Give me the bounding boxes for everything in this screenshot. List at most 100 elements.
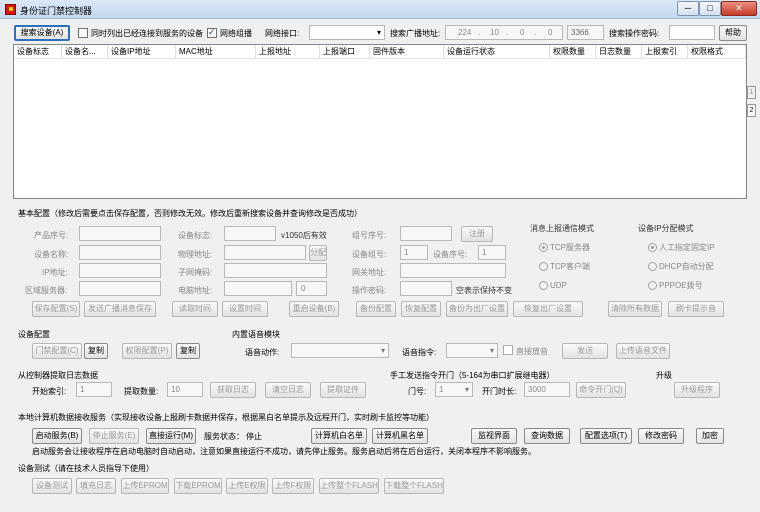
net-interface-label: 网络接口: [265,29,300,38]
fetch-log-button[interactable]: 获取日志 [210,382,256,398]
op-pwd-input[interactable] [400,281,452,296]
col-header[interactable]: 权限数量 [550,45,596,59]
save-config-button[interactable]: 保存配置(S) [32,301,80,317]
pppoe-radio[interactable] [648,281,657,290]
options-button[interactable]: 配置选项(T) [580,428,632,444]
voice-cmd-select[interactable] [446,343,498,358]
ip-input[interactable] [79,263,161,278]
col-header[interactable]: 上报地址 [256,45,320,59]
blacklist-button[interactable]: 计算机黑名单 [372,428,428,444]
product-sn-input[interactable] [79,226,161,241]
device-group-label: 设备组号: [352,250,387,259]
download-eprom-button[interactable]: 下载EPROM [174,478,222,494]
stop-service-button[interactable]: 停止服务(E) [89,428,139,444]
read-time-button[interactable]: 读取时间 [172,301,218,317]
port-input[interactable]: 3366 [567,25,604,40]
restart-device-button[interactable]: 重启设备(B) [289,301,339,317]
card-beep-button[interactable]: 刷卡提示音 [668,301,724,317]
udp-label: UDP [550,281,567,290]
fetch-cert-button[interactable]: 提取证件 [320,382,366,398]
upload-e-perm-button[interactable]: 上传E权限 [226,478,268,494]
open-duration-input[interactable]: 3000 [524,382,570,397]
col-header[interactable]: MAC地址 [176,45,256,59]
upload-voice-button[interactable]: 上传语音文件 [616,343,670,359]
subnet-input[interactable] [224,263,327,278]
direct-run-button[interactable]: 直接运行(M) [146,428,196,444]
copy-door-button[interactable]: 复制 [84,343,108,359]
open-duration-label: 开门时长: [482,387,517,396]
device-grid[interactable]: 设备标志 设备名... 设备IP地址 MAC地址 上报地址 上报端口 固件版本 … [13,44,747,199]
fill-log-button[interactable]: 填充日志 [76,478,116,494]
restore-config-button[interactable]: 恢复配置 [401,301,441,317]
encrypt-button[interactable]: 加密 [696,428,724,444]
command-open-button[interactable]: 命令开门(Q) [576,382,626,398]
tcp-server-radio[interactable] [539,243,548,252]
ip-dot: . [506,28,509,37]
page-tab-1[interactable]: 1 [747,86,756,99]
net-group-checkbox[interactable] [207,27,217,38]
zone-server-input[interactable] [79,281,161,296]
download-flash-button[interactable]: 下载整个FLASH [384,478,444,494]
static-ip-radio[interactable] [648,243,657,252]
voice-action-select[interactable] [291,343,389,358]
start-index-input[interactable]: 1 [76,382,112,397]
phys-addr-input[interactable] [224,245,306,260]
door-num-select[interactable]: 1 [435,382,473,397]
col-header[interactable]: 权限格式 [688,45,746,59]
pc-addr-input[interactable] [224,281,292,296]
net-interface-select[interactable] [309,25,385,40]
upload-eprom-button[interactable]: 上传EPROM [121,478,169,494]
search-device-button[interactable]: 搜索设备(A) [14,25,70,41]
set-time-button[interactable]: 设置时间 [222,301,268,317]
whitelist-button[interactable]: 计算机白名单 [311,428,367,444]
monitor-button[interactable]: 监视界面 [471,428,517,444]
maximize-button[interactable]: □ [699,1,721,16]
only-connected-checkbox[interactable] [78,28,88,38]
upgrade-button[interactable]: 升级程序 [674,382,720,398]
door-config-button[interactable]: 门禁配置(C) [32,343,82,359]
pc-port-input[interactable]: 0 [296,281,327,296]
col-header[interactable]: 上报端口 [320,45,370,59]
fetch-count-input[interactable]: 10 [167,382,203,397]
restore-factory-button[interactable]: 恢复出厂设置 [513,301,583,317]
minimize-button[interactable]: ─ [677,1,699,16]
col-header[interactable]: 设备运行状态 [444,45,550,59]
col-header[interactable]: 设备标志 [14,45,62,59]
device-group-input[interactable]: 1 [400,245,428,260]
broadcast-save-button[interactable]: 发送广播消息保存 [84,301,156,317]
copy-perm-button[interactable]: 复制 [176,343,200,359]
gateway-input[interactable] [400,263,506,278]
query-data-button[interactable]: 查询数据 [524,428,570,444]
device-test-button[interactable]: 设备测试 [32,478,72,494]
change-pwd-button[interactable]: 修改密码 [638,428,684,444]
close-button[interactable]: ✕ [721,1,757,16]
device-name-input[interactable] [79,245,161,260]
register-button[interactable]: 注册 [461,226,493,242]
bcast-ip-field[interactable]: 224 . 10 . 0 . 0 [445,25,563,40]
col-header[interactable]: 设备IP地址 [108,45,176,59]
help-button[interactable]: 帮助 [719,25,747,41]
device-flag-input[interactable] [224,226,276,241]
udp-radio[interactable] [539,281,548,290]
voice-send-button[interactable]: 发送 [562,343,608,359]
upload-flash-button[interactable]: 上传整个FLASH [319,478,379,494]
search-pwd-input[interactable] [669,25,715,40]
backup-factory-button[interactable]: 备份为出厂设置 [446,301,508,317]
upload-f-perm-button[interactable]: 上传F权限 [272,478,314,494]
group-sn-input[interactable] [400,226,452,241]
clear-all-button[interactable]: 清除所有数据 [608,301,662,317]
backup-config-button[interactable]: 备份配置 [356,301,396,317]
perm-config-button[interactable]: 权限配置(P) [122,343,172,359]
col-header[interactable]: 日志数量 [596,45,642,59]
tcp-client-radio[interactable] [539,262,548,271]
col-header[interactable]: 设备名... [62,45,108,59]
page-tab-2[interactable]: 2 [747,104,756,117]
device-seq-input[interactable]: 1 [478,245,506,260]
dhcp-radio[interactable] [648,262,657,271]
start-service-button[interactable]: 启动服务(B) [32,428,82,444]
direct-play-checkbox[interactable] [503,345,513,355]
clear-log-button[interactable]: 清空日志 [265,382,311,398]
col-header[interactable]: 上报索引 [642,45,688,59]
assign-button[interactable]: 分配 [309,245,327,261]
col-header[interactable]: 固件版本 [370,45,444,59]
